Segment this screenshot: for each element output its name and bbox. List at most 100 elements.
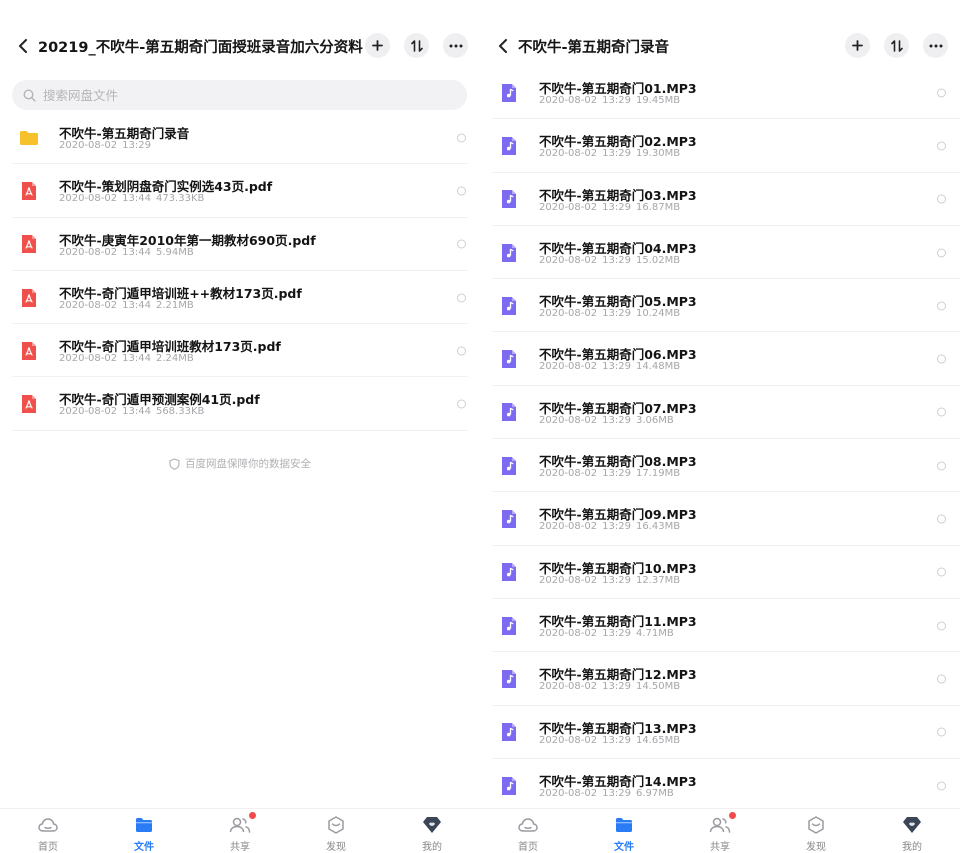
select-checkbox[interactable] (937, 141, 946, 151)
tab-files[interactable]: 文件 (96, 809, 192, 853)
file-row[interactable]: 不吹牛-第五期奇门07.MP3 2020-08-02 13:29 3.06MB (480, 386, 960, 440)
file-time: 13:29 (602, 468, 631, 480)
shield-icon (169, 457, 180, 470)
plus-icon (852, 40, 863, 51)
cloud-icon (37, 815, 59, 835)
page-title: 20219_不吹牛-第五期奇门面授班录音加六分资料 (38, 39, 363, 56)
file-row[interactable]: 不吹牛-第五期奇门01.MP3 2020-08-02 13:29 19.45MB (480, 66, 960, 120)
file-row[interactable]: 不吹牛-第五期奇门录音 2020-08-02 13:29 (0, 111, 480, 165)
sort-button[interactable] (404, 33, 429, 58)
file-meta: 2020-08-02 13:29 19.30MB (539, 148, 680, 159)
file-row[interactable]: 不吹牛-第五期奇门11.MP3 2020-08-02 13:29 4.71MB (480, 599, 960, 653)
back-button[interactable] (492, 34, 514, 58)
file-row[interactable]: 不吹牛-第五期奇门06.MP3 2020-08-02 13:29 14.48MB (480, 332, 960, 387)
tab-share[interactable]: 共享 (192, 809, 288, 853)
file-row[interactable]: 不吹牛-第五期奇门05.MP3 2020-08-02 13:29 10.24MB (480, 279, 960, 333)
file-row[interactable]: 不吹牛-第五期奇门08.MP3 2020-08-02 13:29 17.19MB (480, 439, 960, 493)
select-checkbox[interactable] (937, 461, 946, 471)
profile-icon (901, 815, 923, 835)
more-icon (929, 44, 942, 47)
tab-share[interactable]: 共享 (672, 809, 768, 853)
back-button[interactable] (12, 34, 34, 58)
audio-file-icon (502, 616, 516, 635)
file-row[interactable]: 不吹牛-庚寅年2010年第一期教材690页.pdf 2020-08-02 13:44… (0, 218, 480, 272)
file-date: 2020-08-02 (59, 353, 118, 365)
select-checkbox[interactable] (457, 186, 466, 196)
tab-discover[interactable]: 发现 (288, 809, 384, 853)
file-row[interactable]: 不吹牛-奇门遁甲培训班教材173页.pdf 2020-08-02 13:44 2.24… (0, 324, 480, 378)
select-checkbox[interactable] (457, 399, 466, 409)
tab-mine[interactable]: 我的 (384, 809, 480, 853)
add-button[interactable] (845, 33, 870, 58)
pdf-file-icon (22, 235, 36, 254)
file-meta: 2020-08-02 13:29 4.71MB (539, 628, 674, 639)
select-checkbox[interactable] (937, 248, 946, 258)
file-row[interactable]: 不吹牛-第五期奇门13.MP3 2020-08-02 13:29 14.65MB (480, 706, 960, 760)
select-checkbox[interactable] (457, 239, 466, 249)
file-row[interactable]: 不吹牛-第五期奇门12.MP3 2020-08-02 13:29 14.50MB (480, 652, 960, 706)
select-checkbox[interactable] (937, 674, 946, 684)
select-checkbox[interactable] (457, 293, 466, 303)
file-size: 3.06MB (635, 414, 674, 426)
file-date: 2020-08-02 (539, 468, 598, 480)
file-list: 不吹牛-第五期奇门录音 2020-08-02 13:29 不吹牛-策划阴盘奇门实例选4… (0, 111, 480, 432)
file-time: 13:44 (122, 299, 151, 311)
file-date: 2020-08-02 (539, 414, 598, 426)
left-screen: 20219_不吹牛-第五期奇门面授班录音加六分资料 不吹牛-第五期奇门录音202… (0, 0, 480, 853)
select-checkbox[interactable] (937, 88, 946, 98)
file-date: 2020-08-02 (539, 521, 598, 533)
select-checkbox[interactable] (937, 354, 946, 364)
file-date: 2020-08-02 (539, 681, 598, 693)
tab-files[interactable]: 文件 (576, 809, 672, 853)
tab-discover[interactable]: 发现 (768, 809, 864, 853)
select-checkbox[interactable] (937, 621, 946, 631)
tab-label: 发现 (806, 842, 826, 853)
select-checkbox[interactable] (937, 407, 946, 417)
tab-home[interactable]: 首页 (480, 809, 576, 853)
select-checkbox[interactable] (937, 194, 946, 204)
file-row[interactable]: 不吹牛-策划阴盘奇门实例选43页.pdf 2020-08-02 13:44 473.3… (0, 164, 480, 218)
file-time: 13:29 (602, 627, 631, 639)
file-time: 13:29 (602, 148, 631, 160)
file-meta: 2020-08-02 13:44 2.21MB (59, 300, 194, 311)
tab-home[interactable]: 首页 (0, 809, 96, 853)
security-note-text: 百度网盘保障你的数据安全 (185, 458, 311, 470)
search-input[interactable] (43, 87, 423, 103)
file-size: 5.94MB (155, 246, 194, 258)
select-checkbox[interactable] (457, 133, 466, 143)
search-icon (23, 88, 36, 102)
file-time: 13:29 (602, 681, 631, 693)
file-row[interactable]: 不吹牛-第五期奇门14.MP3 2020-08-02 13:29 6.97MB (480, 759, 960, 813)
select-checkbox[interactable] (937, 781, 946, 790)
file-row[interactable]: 不吹牛-奇门遁甲预测案例41页.pdf 2020-08-02 13:44 568.33… (0, 377, 480, 432)
file-size: 16.87MB (635, 201, 681, 213)
back-arrow-icon (19, 39, 27, 53)
file-row[interactable]: 不吹牛-奇门遁甲培训班++教材173页.pdf 2020-08-02 13:44 2.… (0, 271, 480, 325)
select-checkbox[interactable] (937, 301, 946, 311)
file-meta: 2020-08-02 13:29 3.06MB (539, 415, 674, 426)
more-button[interactable] (923, 33, 948, 58)
select-checkbox[interactable] (937, 567, 946, 577)
add-button[interactable] (365, 33, 390, 58)
sort-button[interactable] (884, 33, 909, 58)
file-row[interactable]: 不吹牛-第五期奇门02.MP3 2020-08-02 13:29 19.30MB (480, 119, 960, 173)
more-button[interactable] (443, 33, 468, 58)
file-date: 2020-08-02 (539, 361, 598, 373)
select-checkbox[interactable] (457, 346, 466, 356)
file-row[interactable]: 不吹牛-第五期奇门04.MP3 2020-08-02 13:29 15.02MB (480, 226, 960, 280)
search-bar[interactable] (12, 80, 467, 110)
tab-bar: 首页 文件 共享 发现 我的 (0, 808, 480, 853)
tab-mine[interactable]: 我的 (864, 809, 960, 853)
select-checkbox[interactable] (937, 727, 946, 737)
file-date: 2020-08-02 (539, 627, 598, 639)
file-list: 不吹牛-第五期奇门01.MP3 2020-08-02 13:29 19.45MB 不吹牛… (480, 66, 960, 813)
file-size: 6.97MB (635, 787, 674, 799)
file-time: 13:29 (602, 787, 631, 799)
file-time: 13:29 (602, 201, 631, 213)
file-row[interactable]: 不吹牛-第五期奇门10.MP3 2020-08-02 13:29 12.37MB (480, 546, 960, 600)
file-row[interactable]: 不吹牛-第五期奇门09.MP3 2020-08-02 13:29 16.43MB (480, 492, 960, 546)
file-date: 2020-08-02 (539, 787, 598, 799)
header: 20219_不吹牛-第五期奇门面授班录音加六分资料 (0, 28, 480, 64)
select-checkbox[interactable] (937, 514, 946, 524)
file-row[interactable]: 不吹牛-第五期奇门03.MP3 2020-08-02 13:29 16.87MB (480, 173, 960, 227)
